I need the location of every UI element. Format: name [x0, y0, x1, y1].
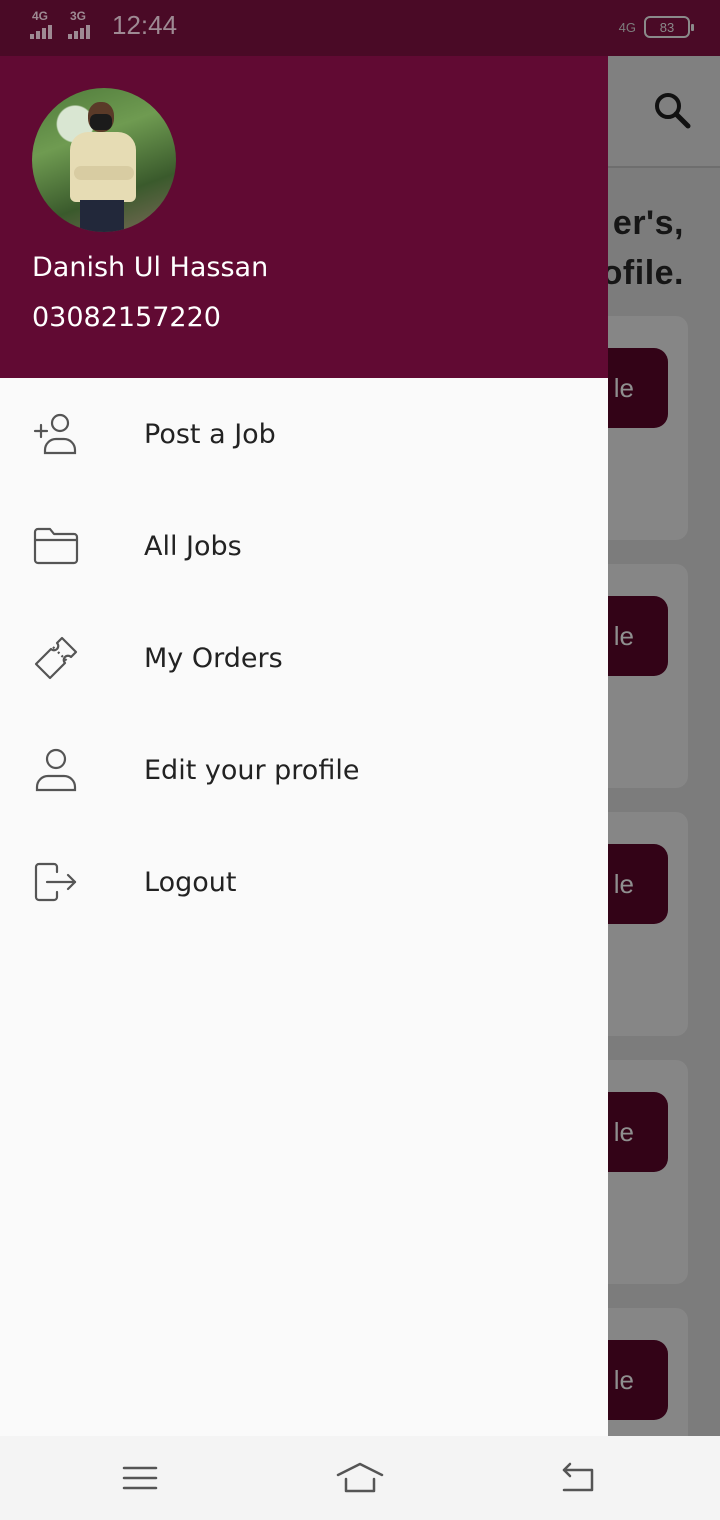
- network-label-right: 4G: [618, 19, 636, 35]
- user-phone: 03082157220: [32, 302, 221, 333]
- drawer-menu: Post a Job All Jobs My Orders Edit your …: [0, 378, 608, 938]
- network-label-1: 4G: [32, 8, 49, 23]
- menu-item-label: Edit your profile: [144, 754, 360, 786]
- system-nav-bar: [0, 1436, 720, 1520]
- avatar[interactable]: [32, 88, 176, 232]
- folder-icon: [30, 520, 82, 572]
- network-label-2: 3G: [70, 8, 87, 23]
- menu-item-label: All Jobs: [144, 530, 242, 562]
- user-icon: [30, 744, 82, 796]
- logout-icon: [30, 856, 82, 908]
- status-right: 4G 83: [618, 16, 694, 38]
- home-icon[interactable]: [336, 1454, 384, 1502]
- menu-item-label: My Orders: [144, 642, 283, 674]
- back-icon[interactable]: [554, 1454, 602, 1502]
- battery-icon: 83: [644, 16, 694, 38]
- menu-item-edit-profile[interactable]: Edit your profile: [0, 714, 608, 826]
- menu-icon[interactable]: [116, 1454, 164, 1502]
- menu-item-all-jobs[interactable]: All Jobs: [0, 490, 608, 602]
- status-time: 12:44: [112, 10, 178, 40]
- signal-3g-icon: 3G: [68, 8, 98, 41]
- add-user-icon: [30, 408, 82, 460]
- menu-item-logout[interactable]: Logout: [0, 826, 608, 938]
- menu-item-label: Post a Job: [144, 418, 276, 450]
- user-name: Danish Ul Hassan: [32, 252, 269, 283]
- battery-level: 83: [659, 19, 675, 35]
- drawer-header: Danish Ul Hassan 03082157220: [0, 56, 608, 378]
- signal-4g-icon: 4G: [30, 8, 60, 41]
- search-icon[interactable]: [652, 90, 692, 130]
- menu-item-my-orders[interactable]: My Orders: [0, 602, 608, 714]
- menu-item-label: Logout: [144, 866, 237, 898]
- status-bar: 4G 3G 12:44 4G 83: [0, 0, 720, 56]
- ticket-icon: [30, 632, 82, 684]
- status-left: 4G 3G 12:44: [30, 8, 178, 41]
- menu-item-post-job[interactable]: Post a Job: [0, 378, 608, 490]
- navigation-drawer: Danish Ul Hassan 03082157220 Post a Job: [0, 56, 608, 1436]
